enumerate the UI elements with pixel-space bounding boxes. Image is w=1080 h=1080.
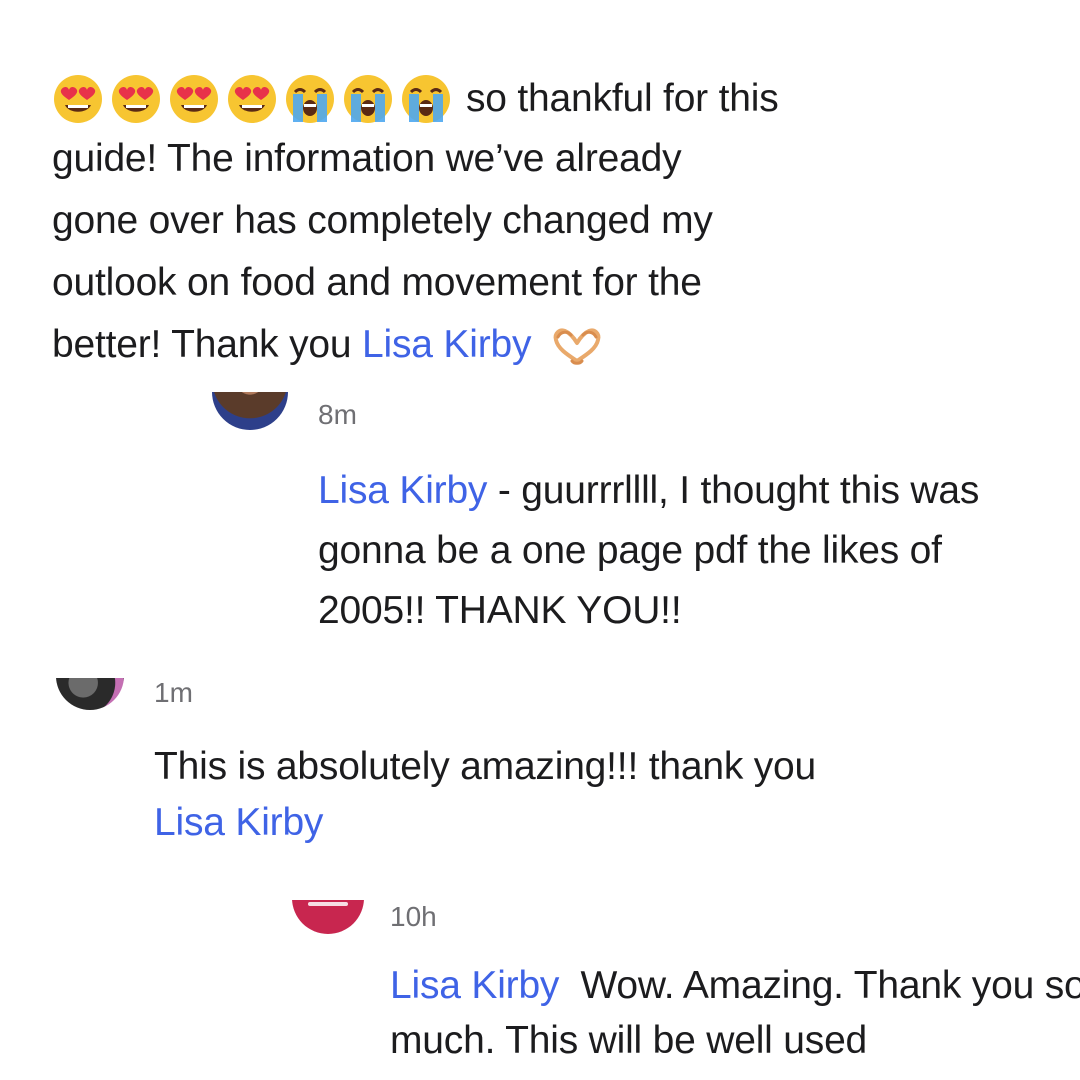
heart-eyes-emoji-icon	[52, 73, 104, 125]
loudly-crying-emoji-icon	[284, 73, 336, 125]
comment-2-timestamp: 1m	[154, 677, 193, 708]
comment-1-line-3: 2005!! THANK YOU!!	[318, 589, 682, 632]
comment-1-line-1: Lisa Kirby - guurrrllll, I thought this …	[318, 460, 979, 521]
mention-lisa-kirby[interactable]: Lisa Kirby	[318, 469, 487, 512]
post-line-5-text: better! Thank you	[52, 323, 363, 366]
post-line-3: gone over has completely changed my	[52, 199, 713, 242]
heart-eyes-emoji-icon	[110, 73, 162, 125]
comment-3-line-1: Lisa Kirby Wow. Amazing. Thank you so	[390, 955, 1080, 1016]
post-line-2: guide! The information we’ve already	[52, 137, 682, 180]
comment-3-line-2: much. This will be well used	[390, 1019, 868, 1062]
avatar[interactable]	[212, 392, 288, 430]
avatar-crop	[210, 392, 290, 432]
heart-hands-emoji-icon	[550, 327, 604, 367]
avatar[interactable]	[292, 900, 364, 934]
mention-lisa-kirby[interactable]: Lisa Kirby	[390, 964, 559, 1007]
comment-3-timestamp: 10h	[390, 901, 437, 932]
post-line-1: so thankful for this	[52, 66, 779, 129]
loudly-crying-emoji-icon	[342, 73, 394, 125]
heart-eyes-emoji-icon	[168, 73, 220, 125]
post-line-4: outlook on food and movement for the	[52, 261, 702, 304]
post-line-5: better! Thank you Lisa Kirby	[52, 314, 610, 375]
avatar[interactable]	[56, 678, 124, 710]
post-line-1-text: so thankful for this	[466, 77, 779, 121]
avatar-crop	[290, 900, 366, 934]
loudly-crying-emoji-icon	[400, 73, 452, 125]
comment-1-line-2: gonna be a one page pdf the likes of	[318, 529, 942, 572]
heart-eyes-emoji-icon	[226, 73, 278, 125]
avatar-crop	[54, 678, 126, 710]
comment-1-timestamp: 8m	[318, 399, 357, 430]
comment-3-line-1-text: Wow. Amazing. Thank you so	[559, 964, 1080, 1007]
comment-1-line-1-text: - guurrrllll, I thought this was	[487, 469, 980, 512]
comment-2-line-1: This is absolutely amazing!!! thank you	[154, 745, 817, 788]
mention-lisa-kirby[interactable]: Lisa Kirby	[154, 792, 323, 853]
mention-lisa-kirby[interactable]: Lisa Kirby	[362, 323, 531, 366]
